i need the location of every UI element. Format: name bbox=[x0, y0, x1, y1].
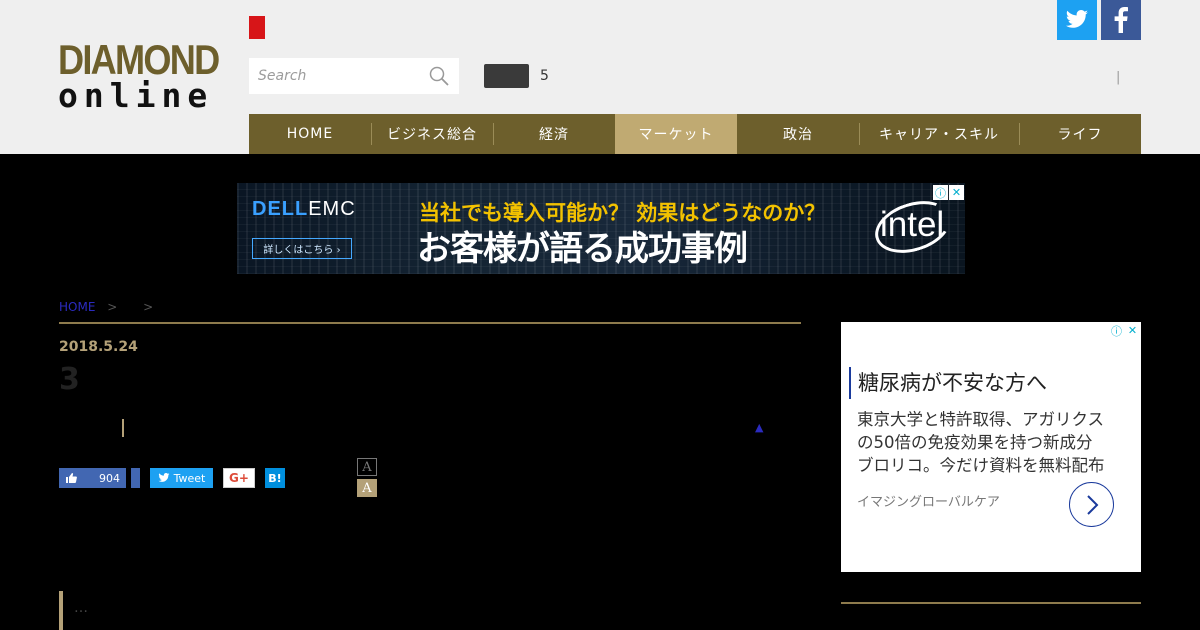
nav-item-business[interactable]: ビジネス総合 bbox=[371, 114, 493, 154]
google-plus-button[interactable]: G+ bbox=[223, 468, 255, 488]
logo-bottom-text: online bbox=[58, 76, 214, 115]
intel-logo: intel bbox=[880, 205, 945, 244]
tweet-label: Tweet bbox=[173, 471, 206, 485]
search-input[interactable] bbox=[249, 58, 419, 94]
breadcrumb-separator: > bbox=[107, 300, 118, 314]
expand-triangle-icon[interactable]: ▲ bbox=[755, 421, 763, 434]
facebook-icon bbox=[1114, 7, 1128, 33]
nav-item-politics[interactable]: 政治 bbox=[737, 114, 859, 154]
ad-close-icon[interactable]: ✕ bbox=[1125, 323, 1140, 338]
breadcrumb: HOME > > bbox=[59, 300, 153, 314]
facebook-like-button[interactable]: 904 bbox=[59, 468, 126, 488]
banner-brand: DELLEMC bbox=[252, 198, 356, 221]
tweet-button[interactable]: Tweet bbox=[150, 468, 213, 488]
side-ad[interactable]: ⓘ ✕ 糖尿病が不安な方へ 東京大学と特許取得、アガリクス の50倍の免疫効果を… bbox=[841, 322, 1141, 572]
like-count: 904 bbox=[99, 471, 120, 485]
nav-item-economy[interactable]: 経済 bbox=[493, 114, 615, 154]
side-ad-brand: イマジングローバルケア bbox=[857, 495, 1000, 510]
side-ad-line: 東京大学と特許取得、アガリクス bbox=[857, 410, 1105, 429]
chevron-right-icon bbox=[1086, 494, 1098, 515]
nav-item-life[interactable]: ライフ bbox=[1019, 114, 1141, 154]
article-title: 3 bbox=[59, 362, 80, 397]
sidebar-divider bbox=[841, 602, 1141, 604]
breadcrumb-home[interactable]: HOME bbox=[59, 300, 95, 314]
main-nav: HOME ビジネス総合 経済 マーケット 政治 キャリア・スキル ライフ bbox=[249, 114, 1141, 154]
banner-details-button[interactable]: 詳しくはこちら › bbox=[252, 238, 352, 259]
search-box bbox=[249, 58, 459, 94]
article-divider bbox=[59, 322, 801, 324]
page: DIAMOND online 5 | HOME ビジネス総合 bbox=[0, 0, 1200, 630]
ad-banner[interactable]: DELLEMC 詳しくはこちら › 当社でも導入可能か？ 効果はどうなのか？ お… bbox=[237, 183, 965, 274]
site-header: DIAMOND online 5 | HOME ビジネス総合 bbox=[0, 0, 1200, 154]
red-marker bbox=[249, 16, 265, 39]
hatena-bookmark-button[interactable]: B! bbox=[265, 468, 285, 488]
quote-bar bbox=[59, 591, 63, 630]
twitter-icon bbox=[158, 473, 170, 482]
header-separator: | bbox=[1116, 70, 1121, 85]
nav-item-career[interactable]: キャリア・スキル bbox=[859, 114, 1019, 154]
font-size-large-button[interactable]: A bbox=[357, 479, 377, 497]
ad-info-icon[interactable]: ⓘ bbox=[933, 185, 948, 200]
side-ad-line: の50倍の免疫効果を持つ新成分 bbox=[857, 433, 1093, 452]
side-ad-line: ブロリコ。今だけ資料を無料配布 bbox=[857, 456, 1105, 475]
side-ad-arrow-button[interactable] bbox=[1069, 482, 1114, 527]
count-label: 5 bbox=[540, 68, 549, 84]
banner-main-copy: お客様が語る成功事例 bbox=[417, 229, 748, 269]
banner-brand-prefix: DELL bbox=[252, 198, 309, 220]
font-size-small-button[interactable]: A bbox=[357, 458, 377, 476]
side-ad-title: 糖尿病が不安な方へ bbox=[849, 367, 1047, 399]
nav-item-market[interactable]: マーケット bbox=[615, 114, 737, 154]
breadcrumb-separator: > bbox=[143, 300, 154, 314]
dark-tag-button[interactable] bbox=[484, 64, 529, 88]
site-logo[interactable]: DIAMOND online bbox=[58, 36, 223, 115]
ad-close-icon[interactable]: ✕ bbox=[949, 185, 964, 200]
nav-item-home[interactable]: HOME bbox=[249, 114, 371, 154]
ad-info-icon[interactable]: ⓘ bbox=[1109, 323, 1124, 338]
facebook-button[interactable] bbox=[1101, 0, 1141, 40]
twitter-button[interactable] bbox=[1057, 0, 1097, 40]
article-date: 2018.5.24 bbox=[59, 339, 138, 355]
banner-brand-suffix: EMC bbox=[308, 198, 356, 220]
twitter-icon bbox=[1066, 10, 1088, 28]
search-icon[interactable] bbox=[429, 66, 449, 86]
author-divider bbox=[122, 419, 124, 437]
facebook-share-extra[interactable] bbox=[131, 468, 140, 488]
side-ad-body: 東京大学と特許取得、アガリクス の50倍の免疫効果を持つ新成分 ブロリコ。今だけ… bbox=[857, 408, 1132, 477]
thumbs-up-icon bbox=[66, 473, 77, 483]
logo-top-text: DIAMOND bbox=[58, 36, 220, 83]
article-ellipsis: … bbox=[74, 600, 89, 616]
